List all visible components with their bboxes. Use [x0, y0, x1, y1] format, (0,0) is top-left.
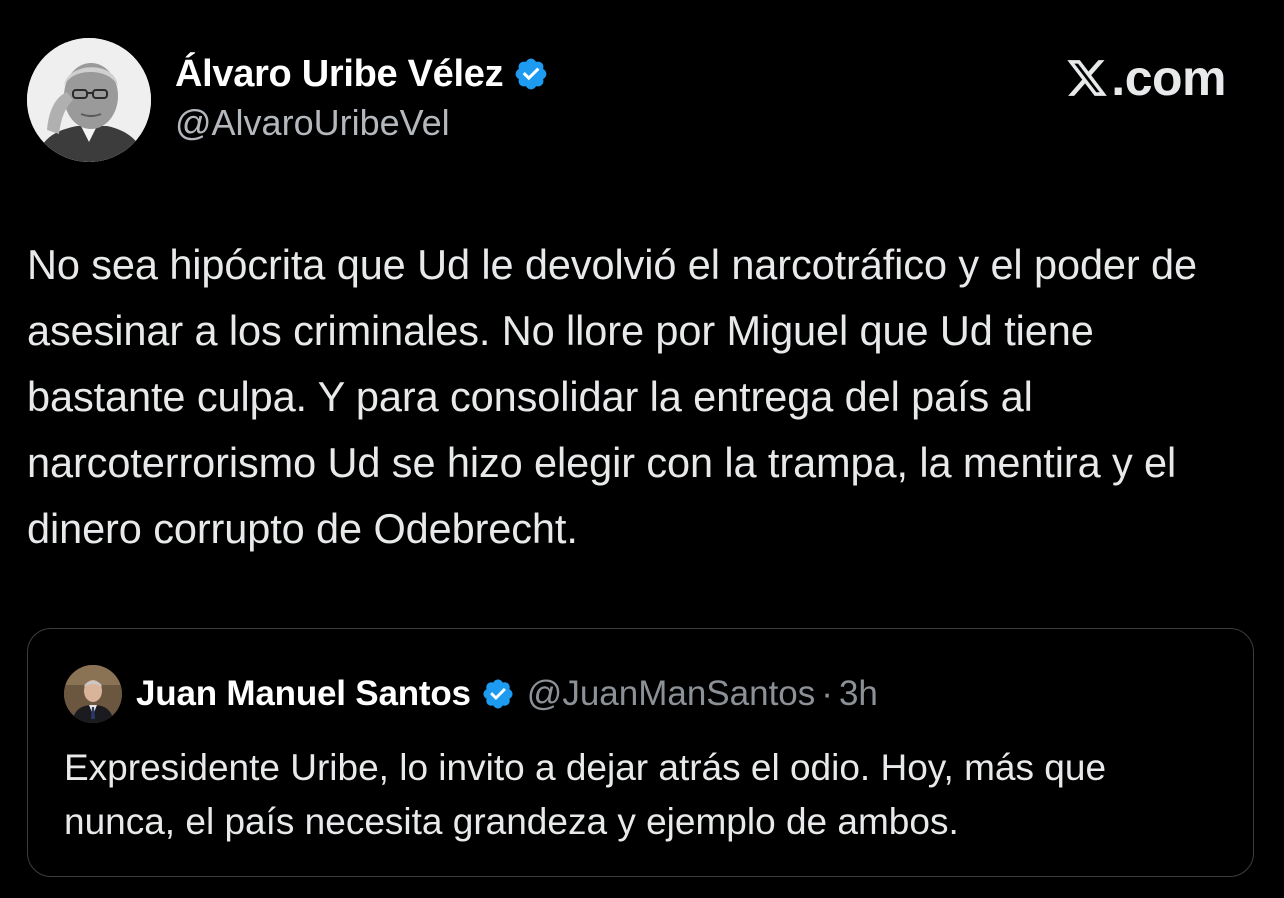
quoted-author-avatar[interactable] — [64, 665, 122, 723]
quoted-tweet-card[interactable]: Juan Manuel Santos @JuanManSantos · 3h E… — [27, 628, 1254, 877]
tweet-body-text: No sea hipócrita que Ud le devolvió el n… — [27, 241, 1198, 552]
author-avatar[interactable] — [27, 38, 151, 162]
x-com-brand: .com — [1065, 50, 1226, 106]
author-name-row: Álvaro Uribe Vélez — [175, 50, 549, 98]
author-handle[interactable]: @AlvaroUribeVel — [175, 102, 549, 144]
author-name[interactable]: Álvaro Uribe Vélez — [175, 53, 504, 96]
author-avatar-image — [27, 38, 151, 162]
quoted-author-name[interactable]: Juan Manuel Santos — [136, 674, 471, 714]
x-com-domain: .com — [1111, 50, 1226, 106]
quoted-author-handle[interactable]: @JuanManSantos — [527, 674, 815, 714]
verified-badge-icon — [483, 679, 513, 709]
quoted-author-avatar-image — [64, 665, 122, 723]
quoted-tweet-text: Expresidente Uribe, lo invito a dejar at… — [64, 747, 1107, 842]
tweet-header: Álvaro Uribe Vélez @AlvaroUribeVel .com — [27, 38, 1257, 162]
quoted-tweet-header: Juan Manuel Santos @JuanManSantos · 3h — [64, 665, 878, 723]
verified-badge-icon — [515, 58, 547, 90]
x-logo-icon — [1067, 60, 1108, 96]
separator-dot: · — [821, 674, 833, 713]
quoted-tweet-timestamp[interactable]: 3h — [839, 674, 878, 714]
author-info: Álvaro Uribe Vélez @AlvaroUribeVel — [175, 50, 549, 144]
